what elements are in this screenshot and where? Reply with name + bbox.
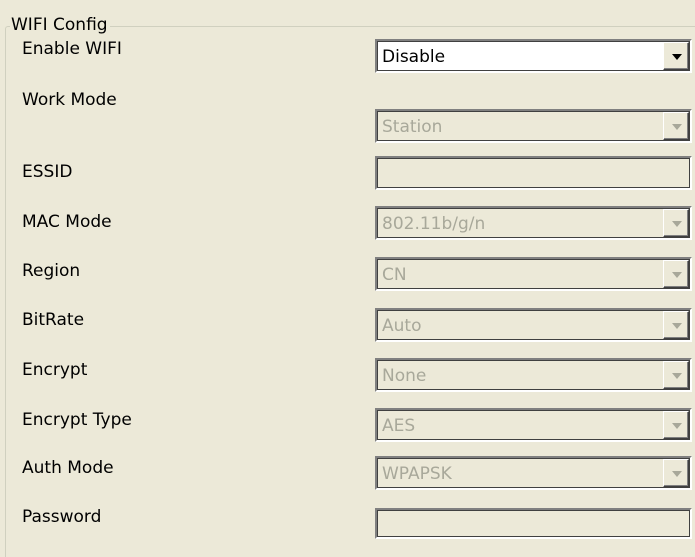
row-work-mode-control: Station	[0, 88, 695, 143]
chevron-down-icon	[672, 221, 682, 227]
group-title: WIFI Config	[10, 14, 110, 36]
enable-wifi-dropdown-button[interactable]	[663, 42, 689, 70]
chevron-down-icon	[672, 323, 682, 329]
mac-mode-label: MAC Mode	[22, 212, 112, 232]
row-essid: ESSID	[0, 156, 695, 206]
wifi-config-panel: WIFI Config Enable WIFI Disable Work Mod…	[0, 0, 695, 557]
essid-input[interactable]	[375, 156, 692, 190]
encrypt-type-value: AES	[382, 416, 416, 436]
essid-label: ESSID	[22, 162, 73, 182]
mac-mode-value: 802.11b/g/n	[382, 214, 486, 234]
encrypt-type-label: Encrypt Type	[22, 410, 132, 430]
password-input[interactable]	[375, 508, 692, 539]
chevron-down-icon	[672, 373, 682, 379]
enable-wifi-label: Enable WIFI	[22, 39, 122, 59]
chevron-down-icon	[672, 272, 682, 278]
encrypt-label: Encrypt	[22, 360, 88, 380]
region-dropdown-button[interactable]	[663, 260, 689, 288]
encrypt-type-dropdown-button[interactable]	[663, 411, 689, 439]
password-label: Password	[22, 507, 102, 527]
row-region: Region CN	[0, 257, 695, 305]
work-mode-select[interactable]: Station	[375, 109, 692, 143]
region-value: CN	[382, 265, 407, 285]
chevron-down-icon	[672, 124, 682, 130]
row-auth-mode: Auth Mode WPAPSK	[0, 456, 695, 502]
row-bitrate: BitRate Auto	[0, 308, 695, 354]
enable-wifi-value: Disable	[382, 47, 446, 67]
auth-mode-value: WPAPSK	[382, 464, 452, 484]
auth-mode-label: Auth Mode	[22, 458, 114, 478]
chevron-down-icon	[672, 423, 682, 429]
bitrate-select[interactable]: Auto	[375, 308, 692, 342]
auth-mode-dropdown-button[interactable]	[663, 459, 689, 487]
bitrate-label: BitRate	[22, 310, 85, 330]
chevron-down-icon	[672, 471, 682, 477]
enable-wifi-select[interactable]: Disable	[375, 39, 692, 73]
bitrate-value: Auto	[382, 316, 422, 336]
encrypt-type-select[interactable]: AES	[375, 408, 692, 442]
work-mode-value: Station	[382, 117, 443, 137]
chevron-down-icon	[672, 54, 682, 60]
row-mac-mode: MAC Mode 802.11b/g/n	[0, 206, 695, 256]
region-select[interactable]: CN	[375, 257, 692, 291]
encrypt-value: None	[382, 366, 427, 386]
mac-mode-select[interactable]: 802.11b/g/n	[375, 206, 692, 240]
auth-mode-select[interactable]: WPAPSK	[375, 456, 692, 490]
bitrate-dropdown-button[interactable]	[663, 311, 689, 339]
encrypt-select[interactable]: None	[375, 358, 692, 392]
work-mode-dropdown-button[interactable]	[663, 112, 689, 140]
row-encrypt: Encrypt None	[0, 358, 695, 404]
region-label: Region	[22, 261, 81, 281]
mac-mode-dropdown-button[interactable]	[663, 209, 689, 237]
encrypt-dropdown-button[interactable]	[663, 361, 689, 389]
row-encrypt-type: Encrypt Type AES	[0, 408, 695, 454]
row-enable-wifi: Enable WIFI Disable	[0, 37, 695, 83]
